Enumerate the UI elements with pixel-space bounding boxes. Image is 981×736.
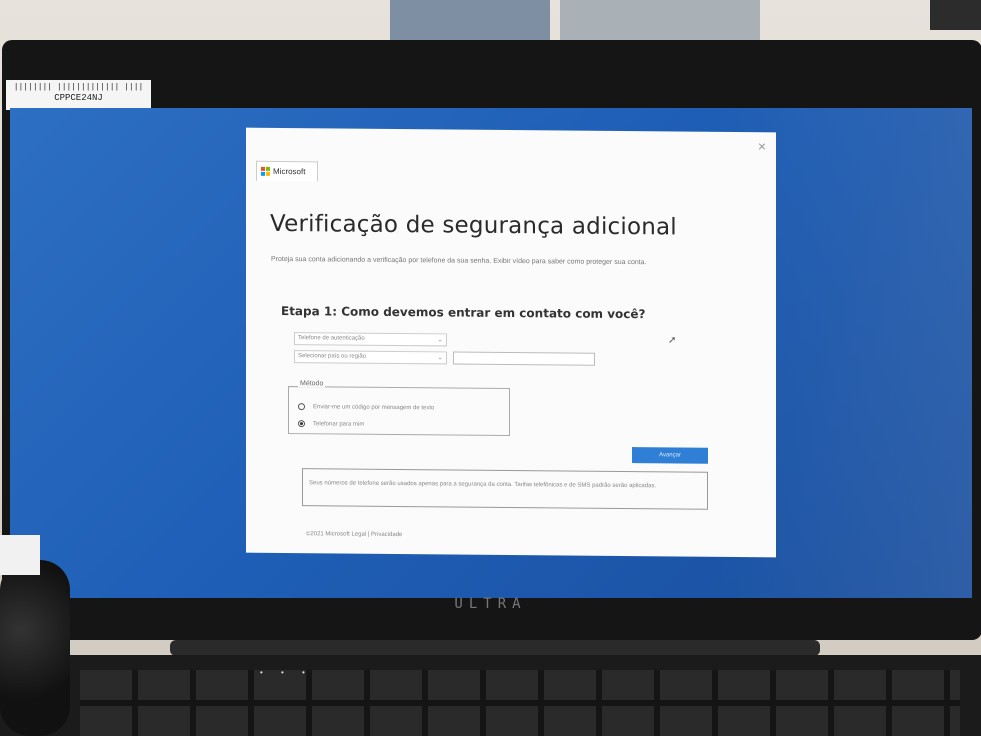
description: Proteja sua conta adicionando a verifica…: [271, 255, 647, 267]
method-option-label: Telefonar para mim: [313, 420, 365, 428]
status-leds: • • •: [260, 668, 313, 677]
mouse-pointer-icon: ➚: [668, 335, 677, 346]
step-heading: Etapa 1: Como devemos entrar em contato …: [281, 303, 646, 322]
country-select[interactable]: Selecionar país ou região ⌄: [294, 350, 447, 365]
white-object: [0, 535, 40, 575]
page-title: Verificação de segurança adicional: [270, 210, 677, 241]
barcode-sticker: |||||||| ||||||||||||| |||| CPPCE24NJ: [6, 80, 151, 110]
footer-links[interactable]: ©2021 Microsoft Legal | Privacidade: [306, 531, 402, 538]
background-person: [390, 0, 550, 45]
coiled-cable: [0, 560, 70, 736]
security-dialog: × Microsoft Verificação de segurança adi…: [246, 127, 776, 558]
background-object: [560, 0, 760, 40]
radio-call[interactable]: [298, 420, 305, 428]
device-select[interactable]: Telefone de autenticação ⌄: [294, 332, 447, 347]
method-option-label: Enviar-me um código por mensagem de text…: [313, 403, 435, 411]
laptop-brand: ULTRA: [454, 596, 527, 612]
device-select-value: Telefone de autenticação: [298, 335, 365, 342]
phone-input[interactable]: [453, 351, 595, 366]
sticker-code: CPPCE24NJ: [54, 93, 103, 103]
next-button[interactable]: Avançar: [632, 447, 708, 464]
microsoft-tab: Microsoft: [256, 160, 318, 182]
barcode: |||||||| ||||||||||||| ||||: [13, 83, 144, 92]
method-legend: Método: [298, 380, 326, 388]
radio-sms[interactable]: [298, 403, 305, 411]
keyboard-gap: [80, 700, 960, 706]
privacy-notice: Seus números de telefone serão usados ap…: [302, 468, 708, 510]
brand-label: Microsoft: [273, 166, 306, 177]
method-option-text[interactable]: Enviar-me um código por mensagem de text…: [298, 403, 434, 411]
microsoft-logo-icon: [261, 166, 270, 176]
chevron-down-icon: ⌄: [437, 336, 443, 344]
laptop-hinge: [170, 640, 820, 656]
background-object-dark: [930, 0, 981, 30]
close-icon[interactable]: ×: [758, 138, 766, 154]
chevron-down-icon: ⌄: [437, 354, 443, 362]
country-select-value: Selecionar país ou região: [298, 353, 367, 360]
method-option-call[interactable]: Telefonar para mim: [298, 420, 364, 428]
